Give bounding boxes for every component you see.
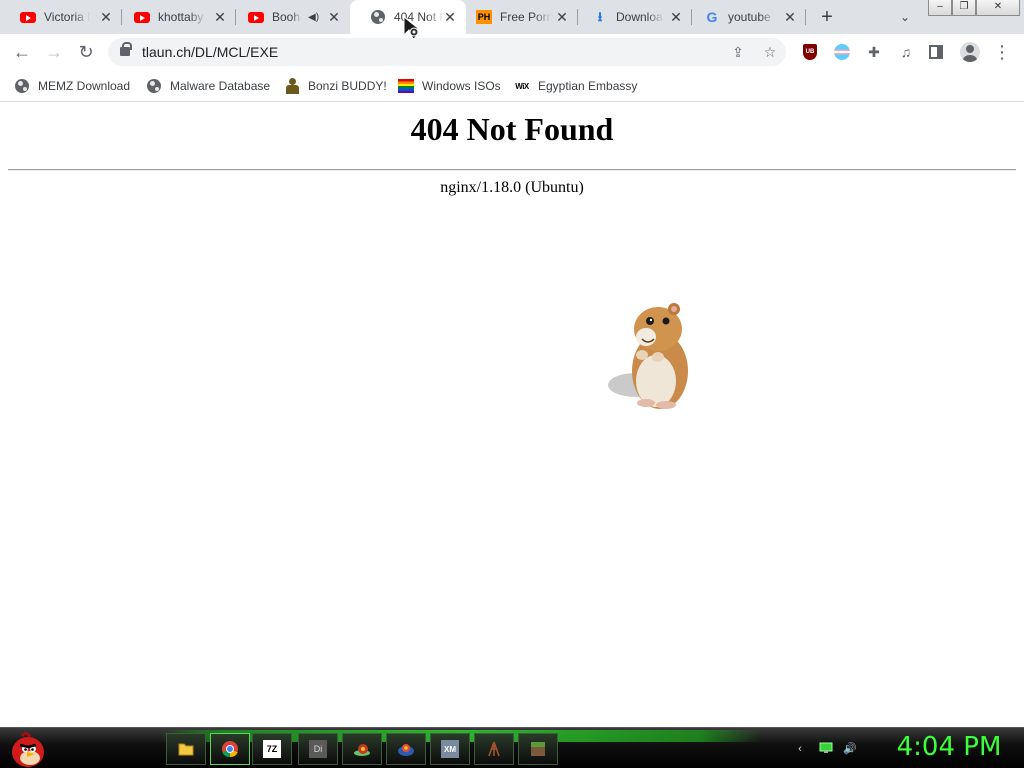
- tab-victoria[interactable]: Victoria M ✕: [0, 0, 122, 34]
- minimize-button[interactable]: ‒: [928, 0, 952, 16]
- profile-avatar[interactable]: [960, 42, 980, 62]
- url-text[interactable]: tlaun.ch/DL/MCL/EXE: [142, 44, 278, 60]
- close-window-button[interactable]: ✕: [976, 0, 1020, 16]
- bonzi-icon: [284, 78, 300, 94]
- tab-khottaby[interactable]: khottaby ✕: [114, 0, 236, 34]
- tab-search-button[interactable]: ⌄: [896, 8, 914, 26]
- taskbar-file-explorer[interactable]: [166, 733, 206, 765]
- tab-title: Victoria M: [44, 10, 90, 24]
- tab-booh[interactable]: Booh ◀) ✕: [228, 0, 350, 34]
- globe-icon: [370, 9, 386, 25]
- tab-downloads[interactable]: ⭳ Downloa ✕: [572, 0, 692, 34]
- mouse-cursor-icon: [403, 15, 421, 40]
- tab-title: Downloa: [616, 10, 663, 24]
- bookmark-label: Malware Database: [170, 79, 271, 93]
- tab-title: youtube: [728, 10, 771, 24]
- minecraft-icon: [529, 740, 547, 758]
- globe-icon: [14, 78, 30, 94]
- bookmark-label: Windows ISOs: [422, 79, 501, 93]
- download-icon: ⭳: [597, 9, 603, 24]
- chrome-menu-icon[interactable]: ⋮: [992, 42, 1012, 62]
- taskbar-snail-app[interactable]: [342, 733, 382, 765]
- divider: [8, 169, 1016, 171]
- media-control-icon[interactable]: ♫: [896, 42, 916, 62]
- audio-playing-icon[interactable]: ◀): [308, 12, 319, 23]
- restore-button[interactable]: ❐: [952, 0, 976, 16]
- tab-title: Booh: [272, 10, 301, 24]
- side-panel-icon[interactable]: [926, 42, 946, 62]
- wix-icon: WiX: [515, 81, 529, 91]
- address-bar[interactable]: tlaun.ch/DL/MCL/EXE ⇪ ☆: [108, 38, 786, 66]
- share-icon[interactable]: ⇪: [728, 42, 748, 62]
- trans-flag-extension-icon[interactable]: [832, 42, 852, 62]
- bookmark-bonzi-buddy[interactable]: Bonzi BUDDY!: [284, 76, 387, 96]
- page-title: 404 Not Found: [410, 111, 614, 147]
- ph-icon: PH: [476, 10, 492, 24]
- app-di-icon: Di: [309, 740, 327, 758]
- bookmark-label: Egyptian Embassy: [538, 79, 638, 93]
- close-tab-icon[interactable]: ✕: [326, 9, 342, 25]
- taskbar-blue-app[interactable]: [386, 733, 426, 765]
- tray-chevron-icon[interactable]: ‹: [792, 742, 808, 756]
- taskbar-di-app[interactable]: Di: [298, 733, 338, 765]
- youtube-icon: [248, 9, 264, 25]
- forward-button[interactable]: →: [42, 40, 66, 64]
- bookmark-malware-database[interactable]: Malware Database: [146, 76, 270, 96]
- close-tab-icon[interactable]: ✕: [782, 9, 798, 25]
- app-tree-icon: [485, 740, 503, 758]
- app-xm-icon: XM: [441, 740, 459, 758]
- tab-youtube-search[interactable]: G youtube ✕: [684, 0, 806, 34]
- network-icon[interactable]: [818, 742, 834, 756]
- reload-button[interactable]: ↻: [74, 40, 98, 64]
- google-icon: G: [706, 9, 718, 25]
- bookmark-egyptian-embassy[interactable]: WiX Egyptian Embassy: [514, 76, 637, 96]
- tab-title: khottaby: [158, 10, 204, 24]
- bookmark-memz-download[interactable]: MEMZ Download: [14, 76, 130, 96]
- taskbar-clock[interactable]: 4:04 PM: [878, 732, 1020, 762]
- hamster-image: [608, 303, 688, 409]
- chrome-icon: [221, 740, 239, 758]
- bookmark-label: Bonzi BUDDY!: [308, 79, 387, 93]
- 7zip-icon: 7Z: [263, 740, 281, 758]
- server-signature: nginx/1.18.0 (Ubuntu): [440, 179, 584, 196]
- extensions-puzzle-icon[interactable]: ✚: [864, 42, 884, 62]
- lock-icon[interactable]: [120, 42, 132, 56]
- close-tab-icon[interactable]: ✕: [668, 9, 684, 25]
- back-button[interactable]: ←: [10, 40, 34, 64]
- app-blue-icon: [397, 740, 415, 758]
- taskbar-chrome[interactable]: [210, 733, 250, 765]
- bookmarks-bar: MEMZ Download Malware Database Bonzi BUD…: [0, 70, 1024, 102]
- volume-icon[interactable]: 🔊: [842, 742, 858, 756]
- bookmark-label: MEMZ Download: [38, 79, 131, 93]
- youtube-icon: [20, 9, 36, 25]
- page-content: 404 Not Found nginx/1.18.0 (Ubuntu): [0, 103, 1024, 727]
- new-tab-button[interactable]: +: [816, 6, 838, 28]
- tab-strip: Victoria M ✕ khottaby ✕ Booh ◀) ✕ 404 No…: [0, 0, 1024, 34]
- taskbar-tree-app[interactable]: [474, 733, 514, 765]
- folder-icon: [177, 740, 195, 758]
- close-tab-icon[interactable]: ✕: [98, 9, 114, 25]
- tab-title: Free Porn: [500, 10, 552, 24]
- taskbar-7zip[interactable]: 7Z: [252, 733, 292, 765]
- ublock-origin-icon[interactable]: UB: [800, 42, 820, 62]
- bookmark-windows-isos[interactable]: Windows ISOs: [398, 76, 501, 96]
- start-button-angry-bird-icon[interactable]: [8, 730, 48, 768]
- taskbar: 7Z Di XM ‹ 🔊 4:04 PM: [0, 727, 1024, 768]
- globe-icon: [146, 78, 162, 94]
- tab-free[interactable]: PH Free Porn ✕: [456, 0, 578, 34]
- taskbar-minecraft[interactable]: [518, 733, 558, 765]
- close-tab-icon[interactable]: ✕: [554, 9, 570, 25]
- app-snail-icon: [353, 740, 371, 758]
- close-tab-icon[interactable]: ✕: [212, 9, 228, 25]
- browser-toolbar: ← → ↻ tlaun.ch/DL/MCL/EXE ⇪ ☆ UB ✚ ♫ ⋮: [0, 34, 1024, 70]
- youtube-icon: [134, 9, 150, 25]
- taskbar-xm-app[interactable]: XM: [430, 733, 470, 765]
- rainbow-flag-icon: [398, 78, 414, 94]
- bookmark-star-icon[interactable]: ☆: [760, 42, 780, 62]
